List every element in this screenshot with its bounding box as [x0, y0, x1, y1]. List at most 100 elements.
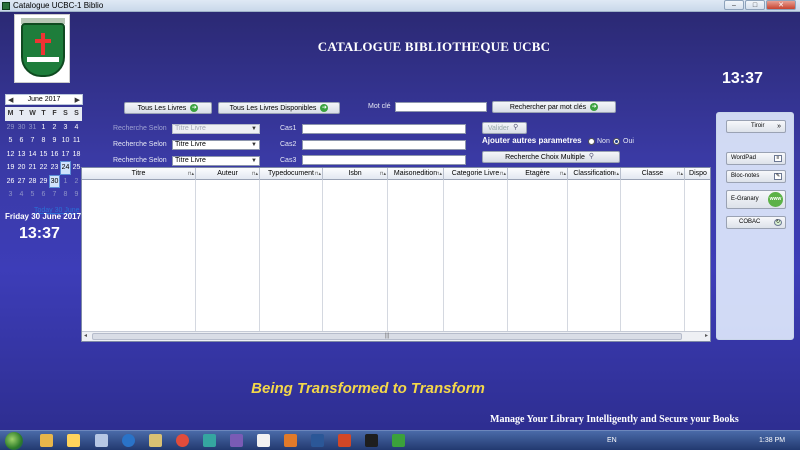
column-header[interactable]: Dispo	[685, 168, 710, 180]
horizontal-scrollbar[interactable]: ◂ ||| ▸	[82, 331, 710, 341]
available-books-button[interactable]: Tous Les Livres Disponibles ➜	[218, 102, 340, 114]
chrome-icon[interactable]	[176, 434, 189, 447]
calendar-day[interactable]: 5	[5, 134, 16, 148]
maximize-button[interactable]: □	[745, 0, 765, 10]
window-titlebar[interactable]: Catalogue UCBC-1 Biblio – □ ✕	[0, 0, 800, 12]
calendar-day[interactable]: 28	[27, 175, 38, 189]
calendar-day[interactable]: 5	[27, 188, 38, 202]
column-filter-icon[interactable]: ⊓▴	[436, 168, 442, 180]
calendar-day[interactable]: 27	[16, 175, 27, 189]
cas2-input[interactable]	[302, 140, 466, 150]
column-header[interactable]: Titre ⊓▴	[82, 168, 196, 180]
calendar[interactable]: ◀ June 2017 ▶ M T W T F S S 29 30 31 1 2 3 4 5 6 7 8 9 10 11…	[5, 94, 83, 206]
column-filter-icon[interactable]: ⊓▴	[380, 168, 386, 180]
cas1-input[interactable]	[302, 124, 466, 134]
wordpad-button[interactable]: WordPad ≡	[726, 152, 786, 165]
calendar-day[interactable]: 18	[71, 148, 82, 162]
cobac-button[interactable]: COBAC ↻	[726, 216, 786, 229]
calendar-day[interactable]: 31	[27, 121, 38, 135]
column-header[interactable]: Etagère ⊓▴	[508, 168, 568, 180]
calendar-day[interactable]: 22	[38, 161, 49, 175]
arduino-icon[interactable]	[203, 434, 216, 447]
ie-icon[interactable]	[122, 434, 135, 447]
column-filter-icon[interactable]: ⊓▴	[560, 168, 566, 180]
multi-search-button[interactable]: Recherche Choix Multiple ⚲	[482, 151, 620, 163]
start-button[interactable]	[5, 432, 23, 450]
powerpoint-icon[interactable]	[338, 434, 351, 447]
app-window-icon[interactable]	[95, 434, 108, 447]
calendar-next-button[interactable]: ▶	[75, 96, 80, 104]
word-icon[interactable]	[311, 434, 324, 447]
calendar-day[interactable]: 19	[5, 161, 16, 175]
minimize-button[interactable]: –	[724, 0, 744, 10]
notepad-button[interactable]: Bloc-notes ✎	[726, 170, 786, 183]
results-table[interactable]: Titre ⊓▴ Auteur ⊓▴ Typedocument ⊓▴ Isbn ⊓▴ Maiso…	[81, 167, 711, 342]
calendar-day[interactable]: 17	[60, 148, 71, 162]
calendar-day[interactable]: 12	[5, 148, 16, 162]
scroll-left-icon[interactable]: ◂	[84, 332, 87, 339]
calendar-day[interactable]: 21	[27, 161, 38, 175]
calendar-day[interactable]: 7	[27, 134, 38, 148]
column-filter-icon[interactable]: ⊓▴	[500, 168, 506, 180]
column-header[interactable]: Auteur ⊓▴	[196, 168, 260, 180]
calendar-day[interactable]: 6	[16, 134, 27, 148]
calendar-day[interactable]: 30	[49, 174, 60, 188]
search-keywords-button[interactable]: Rechercher par mot clés ➜	[492, 101, 616, 113]
calendar-day[interactable]: 8	[60, 188, 71, 202]
column-header[interactable]: Maisonedition ⊓▴	[388, 168, 444, 180]
calendar-day[interactable]: 1	[60, 175, 71, 189]
column-header[interactable]: Categorie Livre ⊓▴	[444, 168, 508, 180]
params-non-radio[interactable]	[588, 138, 595, 145]
column-header[interactable]: Isbn ⊓▴	[323, 168, 388, 180]
calendar-day[interactable]: 29	[38, 175, 49, 189]
calendar-day[interactable]: 20	[16, 161, 27, 175]
search-by-select-3[interactable]: Titre Livre ▼	[172, 156, 260, 166]
language-indicator[interactable]: EN	[607, 437, 617, 444]
calendar-day[interactable]: 1	[38, 121, 49, 135]
calendar-day[interactable]: 6	[38, 188, 49, 202]
doc-icon[interactable]	[257, 434, 270, 447]
column-filter-icon[interactable]: ⊓▴	[613, 168, 619, 180]
taskbar-clock[interactable]: 1:38 PM	[759, 437, 785, 444]
tiroir-button[interactable]: Tiroir »	[726, 120, 786, 133]
column-filter-icon[interactable]: ⊓▴	[252, 168, 258, 180]
catalogue-app-icon[interactable]	[392, 434, 405, 447]
egranary-button[interactable]: E-Granary www	[726, 190, 786, 209]
column-header[interactable]: Typedocument ⊓▴	[260, 168, 323, 180]
calendar-day[interactable]: 15	[38, 148, 49, 162]
g-app-icon[interactable]	[284, 434, 297, 447]
calendar-day[interactable]: 7	[49, 188, 60, 202]
calendar-day[interactable]: 8	[38, 134, 49, 148]
cas3-input[interactable]	[302, 155, 466, 165]
calendar-day[interactable]: 16	[49, 148, 60, 162]
calendar-day[interactable]: 23	[49, 161, 60, 175]
calendar-day[interactable]: 30	[16, 121, 27, 135]
calendar-day[interactable]: 4	[71, 121, 82, 135]
all-books-button[interactable]: Tous Les Livres ➜	[124, 102, 212, 114]
calendar-day[interactable]: 29	[5, 121, 16, 135]
calendar-day[interactable]: 14	[27, 148, 38, 162]
column-filter-icon[interactable]: ⊓▴	[315, 168, 321, 180]
calendar-day[interactable]: 3	[5, 188, 16, 202]
vs-icon[interactable]	[230, 434, 243, 447]
column-filter-icon[interactable]: ⊓▴	[188, 168, 194, 180]
close-button[interactable]: ✕	[766, 0, 796, 10]
calendar-day[interactable]: 10	[60, 134, 71, 148]
keyword-input[interactable]	[395, 102, 487, 112]
folder-icon[interactable]	[40, 434, 53, 447]
calendar-day[interactable]: 9	[49, 134, 60, 148]
scroll-right-icon[interactable]: ▸	[705, 332, 708, 339]
calendar-day[interactable]: 13	[16, 148, 27, 162]
params-oui-radio[interactable]	[613, 138, 620, 145]
validate-button[interactable]: Valider ⚲	[482, 122, 527, 134]
calendar-day[interactable]: 4	[16, 188, 27, 202]
terminal-icon[interactable]	[365, 434, 378, 447]
explorer-icon[interactable]	[67, 434, 80, 447]
column-header[interactable]: Classification ⊓▴	[568, 168, 621, 180]
calendar-day[interactable]: 2	[49, 121, 60, 135]
calendar-day[interactable]: 3	[60, 121, 71, 135]
calendar-day[interactable]: 26	[5, 175, 16, 189]
calendar-day[interactable]: 24	[60, 161, 71, 175]
tool-icon[interactable]	[149, 434, 162, 447]
scroll-thumb[interactable]: |||	[92, 333, 682, 340]
